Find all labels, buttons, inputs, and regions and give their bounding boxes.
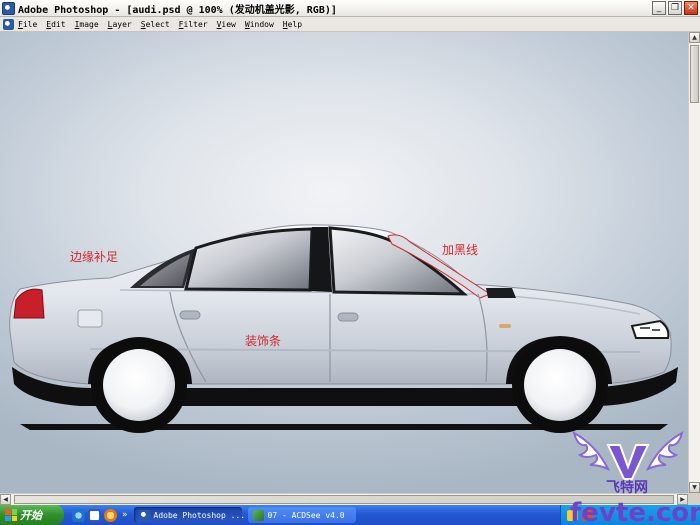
- vertical-scrollbar[interactable]: ▲ ▼: [688, 32, 700, 493]
- quicklaunch-more-icon[interactable]: »: [122, 510, 128, 520]
- minimize-button[interactable]: _: [652, 1, 666, 15]
- task-label: Adobe Photoshop ...: [153, 510, 246, 520]
- menu-select[interactable]: Select: [141, 20, 170, 29]
- internet-explorer-icon[interactable]: [72, 508, 85, 522]
- menu-file[interactable]: File: [18, 20, 37, 29]
- acdsee-icon: [252, 509, 264, 521]
- start-label: 开始: [20, 509, 42, 522]
- front-door-handle: [337, 312, 359, 322]
- annotation-edge-fill: 边缘补足: [70, 250, 119, 264]
- side-mirror: [486, 288, 516, 298]
- annotation-darken-line: 加黑线: [442, 243, 479, 257]
- task-photoshop[interactable]: Adobe Photoshop ...: [133, 507, 245, 523]
- start-button[interactable]: 开始: [0, 505, 64, 525]
- document-canvas[interactable]: 边缘补足 装饰条 加黑线: [0, 32, 688, 493]
- restore-button[interactable]: ❐: [668, 1, 682, 15]
- photoshop-icon: [138, 509, 150, 521]
- word-icon[interactable]: [88, 508, 101, 522]
- menu-layer[interactable]: Layer: [108, 20, 132, 29]
- rear-door-window: [184, 227, 314, 292]
- windows-logo-icon: [5, 509, 17, 521]
- document-icon[interactable]: [3, 18, 14, 30]
- menu-bar: File Edit Image Layer Select Filter View…: [0, 17, 700, 32]
- menu-window[interactable]: Window: [245, 20, 274, 29]
- watermark-url: fevte.com: [570, 498, 700, 525]
- side-marker: [499, 324, 511, 328]
- menu-image[interactable]: Image: [75, 20, 99, 29]
- scroll-up-icon[interactable]: ▲: [689, 32, 700, 43]
- menu-filter[interactable]: Filter: [179, 20, 208, 29]
- quick-launch: »: [72, 508, 128, 522]
- watermark-brand: 飞特网: [606, 480, 648, 496]
- fuel-cap: [77, 309, 103, 328]
- menu-help[interactable]: Help: [283, 20, 302, 29]
- window-controls: _ ❐ ✕: [652, 1, 698, 15]
- front-hubcap: [524, 349, 596, 421]
- scroll-left-icon[interactable]: ◀: [0, 494, 11, 505]
- rear-hubcap: [103, 349, 175, 421]
- task-label: 07 - ACDSee v4.0: [267, 510, 345, 520]
- menu-view[interactable]: View: [217, 20, 236, 29]
- media-player-icon[interactable]: [104, 508, 117, 522]
- close-button[interactable]: ✕: [684, 1, 698, 15]
- title-bar: Adobe Photoshop - [audi.psd @ 100% (发动机盖…: [0, 0, 700, 17]
- window-title: Adobe Photoshop - [audi.psd @ 100% (发动机盖…: [18, 4, 337, 16]
- photoshop-app-icon[interactable]: [2, 1, 15, 15]
- menu-edit[interactable]: Edit: [46, 20, 65, 29]
- annotation-trim-strip: 装饰条: [245, 334, 282, 348]
- rear-door-handle: [179, 310, 201, 320]
- vertical-scroll-thumb[interactable]: [690, 45, 699, 103]
- task-acdsee[interactable]: 07 - ACDSee v4.0: [247, 507, 356, 523]
- watermark-logo: 飞特网 fevte.com: [556, 425, 700, 525]
